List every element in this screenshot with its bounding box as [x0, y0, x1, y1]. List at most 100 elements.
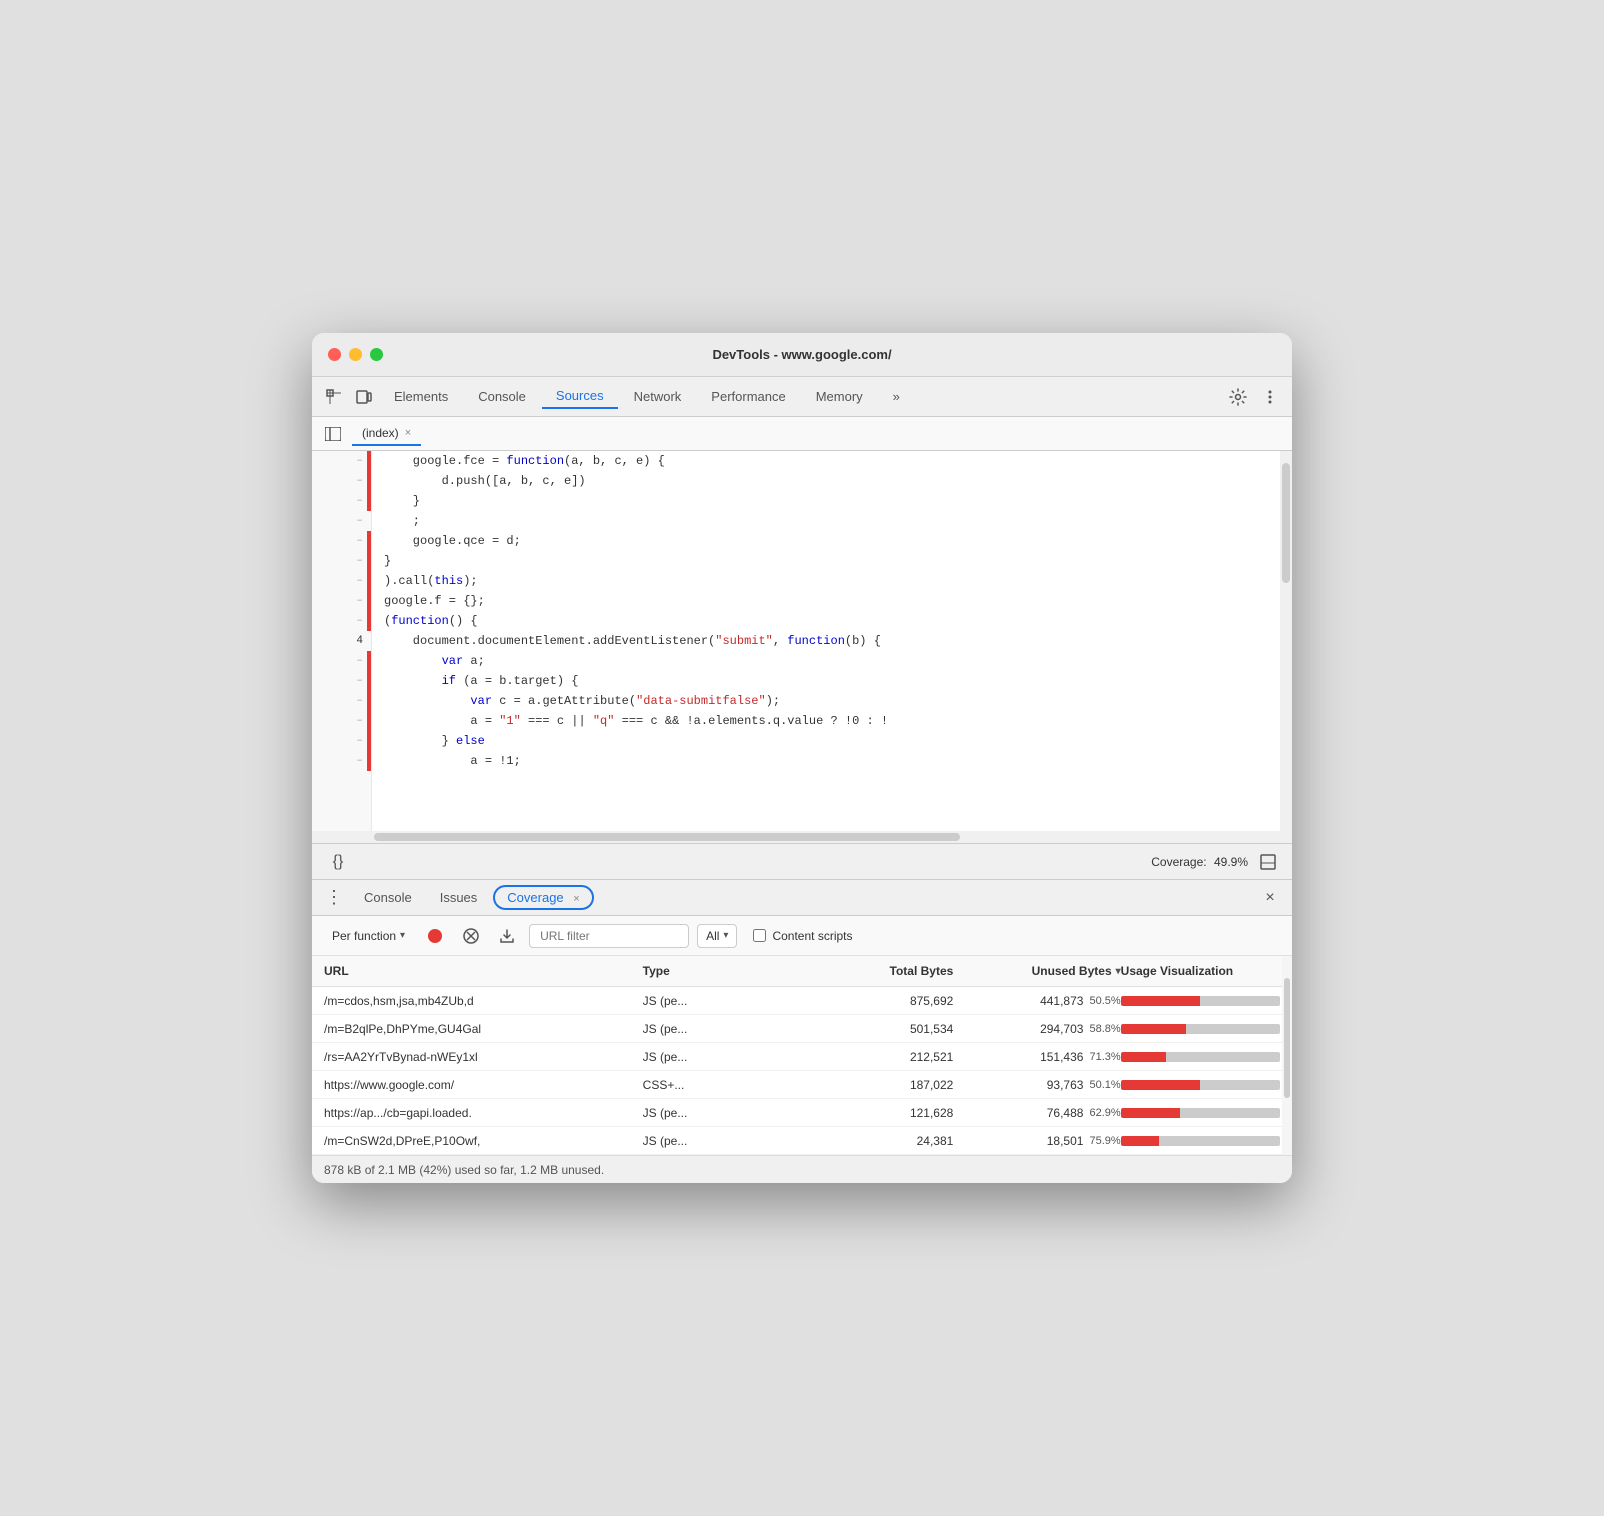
gutter-line-10: 4	[312, 631, 371, 651]
table-row[interactable]: /m=cdos,hsm,jsa,mb4ZUb,d JS (pe... 875,6…	[312, 987, 1292, 1015]
gutter-line-15: –	[312, 731, 371, 751]
row-type-5: JS (pe...	[643, 1103, 802, 1123]
tab-memory[interactable]: Memory	[802, 385, 877, 408]
gutter-line-11: –	[312, 651, 371, 671]
coverage-table-wrap: URL Type Total Bytes Unused Bytes ▾ Usag…	[312, 956, 1292, 1155]
clear-coverage-button[interactable]	[457, 922, 485, 950]
settings-icon[interactable]	[1224, 383, 1252, 411]
code-line-11: var a;	[372, 651, 1292, 671]
file-tab-name: (index)	[362, 426, 399, 440]
all-dropdown[interactable]: All ▾	[697, 924, 737, 948]
table-header: URL Type Total Bytes Unused Bytes ▾ Usag…	[312, 956, 1292, 987]
tab-network[interactable]: Network	[620, 385, 696, 408]
drawer-tab-issues[interactable]: Issues	[428, 886, 490, 909]
code-line-4: ;	[372, 511, 1292, 531]
row-url-1: /m=cdos,hsm,jsa,mb4ZUb,d	[324, 991, 643, 1011]
table-scrollbar[interactable]	[1282, 956, 1292, 1155]
main-tab-bar: Elements Console Sources Network Perform…	[312, 377, 1292, 417]
inspect-icon[interactable]	[320, 383, 348, 411]
code-line-16: a = !1;	[372, 751, 1292, 771]
code-line-3: }	[372, 491, 1292, 511]
table-row[interactable]: /m=B2qlPe,DhPYme,GU4Gal JS (pe... 501,53…	[312, 1015, 1292, 1043]
code-line-8: google.f = {};	[372, 591, 1292, 611]
tab-bar-right	[1224, 383, 1284, 411]
table-row[interactable]: https://ap.../cb=gapi.loaded. JS (pe... …	[312, 1099, 1292, 1127]
gutter-line-8: –	[312, 591, 371, 611]
tab-elements[interactable]: Elements	[380, 385, 462, 408]
more-options-icon[interactable]	[1256, 383, 1284, 411]
row-total-6: 24,381	[802, 1131, 961, 1151]
row-total-5: 121,628	[802, 1103, 961, 1123]
content-scripts-text: Content scripts	[772, 929, 852, 943]
coverage-table: URL Type Total Bytes Unused Bytes ▾ Usag…	[312, 956, 1292, 1155]
th-unused-bytes[interactable]: Unused Bytes ▾	[961, 960, 1120, 982]
gutter-line-1: –	[312, 451, 371, 471]
device-toolbar-icon[interactable]	[350, 383, 378, 411]
tab-sources[interactable]: Sources	[542, 384, 618, 409]
record-button[interactable]	[421, 922, 449, 950]
drawer-tab-console[interactable]: Console	[352, 886, 424, 909]
minimize-button[interactable]	[349, 348, 362, 361]
drawer-menu-icon[interactable]: ⋮	[320, 884, 348, 912]
vertical-scrollbar[interactable]	[1280, 451, 1292, 831]
table-row[interactable]: /m=CnSW2d,DPreE,P10Owf, JS (pe... 24,381…	[312, 1127, 1292, 1155]
row-total-4: 187,022	[802, 1075, 961, 1095]
coverage-toolbar: Per function ▾	[312, 916, 1292, 956]
row-unused-1: 441,873 50.5%	[961, 991, 1120, 1011]
tab-console[interactable]: Console	[464, 385, 540, 408]
file-tab-index[interactable]: (index) ×	[352, 422, 421, 446]
coverage-header: {} Coverage: 49.9%	[312, 844, 1292, 880]
window-title: DevTools - www.google.com/	[712, 347, 891, 362]
export-button[interactable]	[493, 922, 521, 950]
code-line-1: google.fce = function(a, b, c, e) {	[372, 451, 1292, 471]
devtools-window: DevTools - www.google.com/ Elements Cons…	[312, 333, 1292, 1183]
url-filter-input[interactable]	[529, 924, 689, 948]
all-label: All	[706, 929, 719, 943]
coverage-tab-close[interactable]: ×	[573, 893, 579, 905]
th-usage-viz: Usage Visualization	[1121, 960, 1280, 982]
code-line-9: (function() {	[372, 611, 1292, 631]
maximize-button[interactable]	[370, 348, 383, 361]
gutter-line-9: –	[312, 611, 371, 631]
scrollbar-thumb[interactable]	[1282, 463, 1290, 583]
content-scripts-label[interactable]: Content scripts	[753, 929, 852, 943]
drawer-close-icon[interactable]: ×	[1256, 884, 1284, 912]
row-unused-4: 93,763 50.1%	[961, 1075, 1120, 1095]
horizontal-scrollbar[interactable]	[312, 831, 1292, 843]
table-scrollbar-thumb[interactable]	[1284, 978, 1290, 1098]
drawer-tab-coverage[interactable]: Coverage ×	[493, 885, 593, 910]
title-bar: DevTools - www.google.com/	[312, 333, 1292, 377]
file-tab-close[interactable]: ×	[405, 427, 411, 439]
gutter-line-14: –	[312, 711, 371, 731]
status-bar: 878 kB of 2.1 MB (42%) used so far, 1.2 …	[312, 1155, 1292, 1183]
content-scripts-checkbox[interactable]	[753, 929, 766, 942]
h-scrollbar-thumb[interactable]	[374, 833, 960, 841]
th-total-bytes[interactable]: Total Bytes	[802, 960, 961, 982]
file-tab-bar: (index) ×	[312, 417, 1292, 451]
row-bar-6	[1121, 1133, 1280, 1149]
chevron-down-icon: ▾	[400, 930, 405, 941]
all-chevron-icon: ▾	[723, 930, 728, 941]
table-row[interactable]: /rs=AA2YrTvBynad-nWEy1xl JS (pe... 212,5…	[312, 1043, 1292, 1071]
row-bar-1	[1121, 993, 1280, 1009]
code-line-13: var c = a.getAttribute("data-submitfalse…	[372, 691, 1292, 711]
braces-icon[interactable]: {}	[324, 848, 352, 876]
table-row[interactable]: https://www.google.com/ CSS+... 187,022 …	[312, 1071, 1292, 1099]
tab-performance[interactable]: Performance	[697, 385, 799, 408]
close-button[interactable]	[328, 348, 341, 361]
code-gutter: – – – – – – –	[312, 451, 372, 831]
expand-panel-icon[interactable]	[1256, 850, 1280, 874]
status-text: 878 kB of 2.1 MB (42%) used so far, 1.2 …	[324, 1163, 604, 1177]
per-function-dropdown[interactable]: Per function ▾	[324, 925, 413, 947]
per-function-label: Per function	[332, 929, 396, 943]
row-url-3: /rs=AA2YrTvBynad-nWEy1xl	[324, 1047, 643, 1067]
gutter-line-12: –	[312, 671, 371, 691]
row-bar-5	[1121, 1105, 1280, 1121]
code-line-15: } else	[372, 731, 1292, 751]
row-url-2: /m=B2qlPe,DhPYme,GU4Gal	[324, 1019, 643, 1039]
sidebar-toggle-icon[interactable]	[320, 421, 346, 447]
tab-more[interactable]: »	[879, 385, 914, 408]
gutter-line-3: –	[312, 491, 371, 511]
code-line-7: ).call(this);	[372, 571, 1292, 591]
row-bar-2	[1121, 1021, 1280, 1037]
